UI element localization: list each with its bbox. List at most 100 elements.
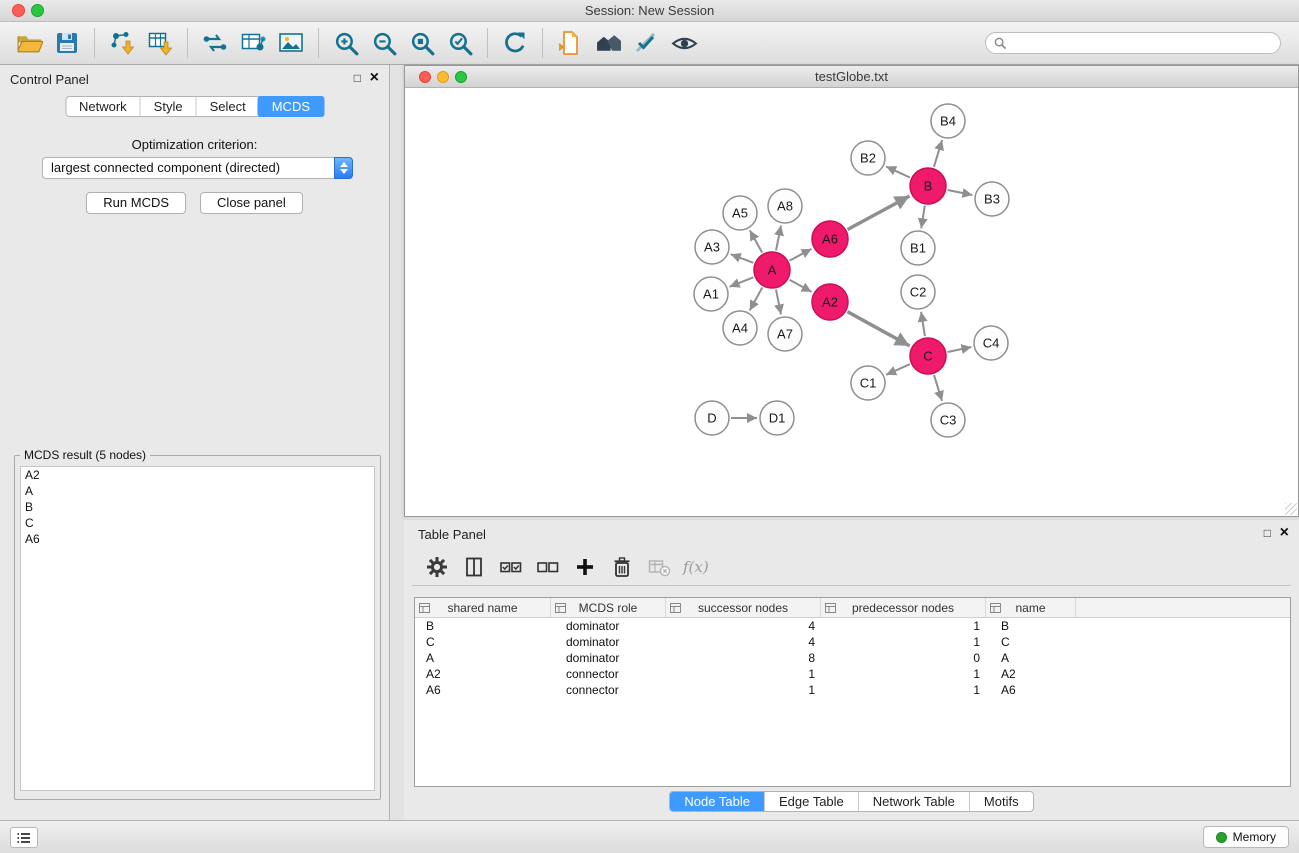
close-panel-icon[interactable]: × (1280, 524, 1289, 542)
mcds-result-item[interactable]: A6 (21, 531, 374, 547)
node-C3[interactable]: C3 (931, 403, 965, 437)
table-row[interactable]: Cdominator41C (415, 634, 1290, 650)
zoom-out-icon[interactable] (365, 26, 403, 60)
node-A2[interactable]: A2 (812, 284, 848, 320)
node-C2[interactable]: C2 (901, 275, 935, 309)
column-header-shared-name[interactable]: shared name (415, 598, 551, 617)
node-A7[interactable]: A7 (768, 317, 802, 351)
optimization-criterion-select[interactable]: largest connected component (directed) (42, 157, 353, 179)
edge-C-C3[interactable] (934, 375, 942, 401)
tab-edge-table[interactable]: Edge Table (764, 792, 858, 811)
edge-C-C4[interactable] (948, 347, 972, 352)
node-A4[interactable]: A4 (723, 311, 757, 345)
node-A5[interactable]: A5 (723, 196, 757, 230)
select-all-icon[interactable] (492, 552, 529, 582)
show-columns-icon[interactable] (455, 552, 492, 582)
float-panel-icon[interactable]: □ (354, 71, 361, 85)
import-table-icon[interactable] (141, 26, 179, 60)
zoom-in-icon[interactable] (327, 26, 365, 60)
column-header-name[interactable]: name (986, 598, 1076, 617)
graphics-details-icon[interactable] (627, 26, 665, 60)
open-document-icon[interactable] (551, 26, 589, 60)
close-panel-icon[interactable]: × (370, 69, 379, 87)
node-D[interactable]: D (695, 401, 729, 435)
edge-A-A3[interactable] (731, 254, 754, 263)
save-session-icon[interactable] (48, 26, 86, 60)
network-table-icon[interactable] (234, 26, 272, 60)
mcds-result-item[interactable]: A (21, 483, 374, 499)
table-row[interactable]: Bdominator41B (415, 618, 1290, 634)
column-header-MCDS-role[interactable]: MCDS role (551, 598, 666, 617)
table-row[interactable]: A2connector11A2 (415, 666, 1290, 682)
node-A1[interactable]: A1 (694, 277, 728, 311)
tab-motifs[interactable]: Motifs (969, 792, 1033, 811)
column-header-successor-nodes[interactable]: successor nodes (666, 598, 821, 617)
search-input[interactable] (1012, 36, 1272, 51)
edge-A-A4[interactable] (750, 288, 763, 311)
node-D1[interactable]: D1 (760, 401, 794, 435)
tab-network-table[interactable]: Network Table (858, 792, 969, 811)
delete-column-trash-icon[interactable] (603, 552, 640, 582)
column-header-predecessor-nodes[interactable]: predecessor nodes (821, 598, 986, 617)
edge-B-B2[interactable] (886, 167, 910, 178)
edge-A-A8[interactable] (776, 226, 781, 251)
mcds-result-list[interactable]: A2ABCA6 (20, 466, 375, 791)
zoom-selected-icon[interactable] (441, 26, 479, 60)
refresh-icon[interactable] (496, 26, 534, 60)
home-icon[interactable] (589, 26, 627, 60)
table-row[interactable]: Adominator80A (415, 650, 1290, 666)
node-C4[interactable]: C4 (974, 326, 1008, 360)
edge-A6-B[interactable] (848, 196, 910, 230)
search-field[interactable] (985, 32, 1281, 54)
table-settings-gear-icon[interactable] (418, 552, 455, 582)
run-mcds-button[interactable]: Run MCDS (86, 192, 186, 214)
mcds-result-item[interactable]: C (21, 515, 374, 531)
node-B2[interactable]: B2 (851, 141, 885, 175)
resize-handle[interactable] (1285, 503, 1297, 515)
mcds-result-item[interactable]: A2 (21, 467, 374, 483)
node-C1[interactable]: C1 (851, 366, 885, 400)
node-A6[interactable]: A6 (812, 221, 848, 257)
node-A8[interactable]: A8 (768, 189, 802, 223)
network-swap-icon[interactable] (196, 26, 234, 60)
edge-A2-C[interactable] (848, 312, 910, 346)
network-canvas[interactable]: B4 B2 B B3 A5 A8 A6 A3 B1 A A1 C2 A2 A4 A7 C C4 C1 C3 D D1 (405, 88, 1298, 516)
export-image-icon[interactable] (272, 26, 310, 60)
tab-node-table[interactable]: Node Table (670, 792, 764, 811)
edge-B-B3[interactable] (948, 190, 973, 195)
zoom-fit-icon[interactable] (403, 26, 441, 60)
tab-mcds[interactable]: MCDS (258, 96, 324, 117)
dropdown-stepper-icon[interactable] (334, 157, 353, 179)
tab-network[interactable]: Network (66, 97, 140, 116)
memory-button[interactable]: Memory (1203, 826, 1289, 848)
node-B3[interactable]: B3 (975, 182, 1009, 216)
import-network-icon[interactable] (103, 26, 141, 60)
tab-style[interactable]: Style (140, 97, 196, 116)
table-row[interactable]: A6connector11A6 (415, 682, 1290, 698)
add-column-icon[interactable] (566, 552, 603, 582)
node-B4[interactable]: B4 (931, 104, 965, 138)
edge-C-C1[interactable] (886, 364, 910, 375)
edge-A-A1[interactable] (730, 277, 754, 286)
edge-A-A7[interactable] (776, 290, 781, 315)
deselect-all-icon[interactable] (529, 552, 566, 582)
node-A[interactable]: A (754, 252, 790, 288)
node-C[interactable]: C (910, 338, 946, 374)
mcds-result-item[interactable]: B (21, 499, 374, 515)
node-B[interactable]: B (910, 168, 946, 204)
close-panel-button[interactable]: Close panel (200, 192, 303, 214)
network-window-titlebar[interactable]: testGlobe.txt (405, 66, 1298, 88)
edge-B-B1[interactable] (921, 206, 925, 229)
open-session-icon[interactable] (10, 26, 48, 60)
task-history-button[interactable] (10, 827, 38, 848)
eye-icon[interactable] (665, 26, 703, 60)
node-B1[interactable]: B1 (901, 231, 935, 265)
tab-select[interactable]: Select (196, 97, 259, 116)
edge-A-A5[interactable] (750, 230, 762, 252)
edge-B-B4[interactable] (934, 140, 942, 167)
float-panel-icon[interactable]: □ (1264, 526, 1271, 540)
edge-A-A2[interactable] (790, 280, 812, 292)
node-A3[interactable]: A3 (695, 230, 729, 264)
edge-C-C2[interactable] (921, 312, 925, 336)
edge-A-A6[interactable] (790, 249, 812, 261)
